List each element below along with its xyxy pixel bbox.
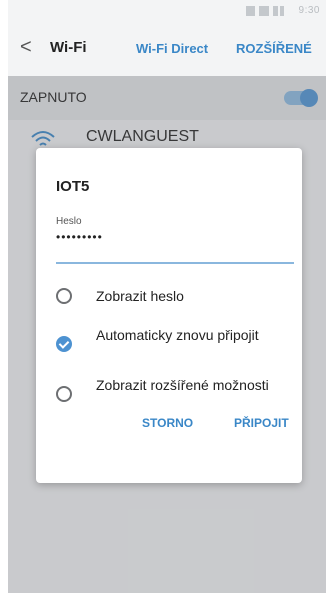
battery-icon <box>280 6 284 16</box>
phone-screen: 9:30 < Wi-Fi Wi-Fi Direct ROZŠÍŘENÉ ZAPN… <box>8 0 326 593</box>
back-arrow-icon[interactable]: < <box>20 36 32 59</box>
password-underline <box>56 262 294 264</box>
option-label: Zobrazit heslo <box>96 288 184 304</box>
option-show-password[interactable]: Zobrazit heslo <box>56 286 296 308</box>
auto-reconnect-checkbox[interactable] <box>56 336 72 352</box>
dialog-title: IOT5 <box>56 178 90 195</box>
password-label: Heslo <box>56 216 82 227</box>
status-bar: 9:30 <box>8 0 326 22</box>
status-time: 9:30 <box>298 5 320 16</box>
wifi-direct-button[interactable]: Wi-Fi Direct <box>136 41 208 56</box>
page-title: Wi-Fi <box>50 39 87 56</box>
option-advanced[interactable]: Zobrazit rozšířené možnosti <box>56 376 296 416</box>
option-label: Automaticky znovu připojit <box>96 327 259 343</box>
cancel-button[interactable]: STORNO <box>142 416 193 430</box>
advanced-button[interactable]: ROZŠÍŘENÉ <box>236 41 312 56</box>
show-password-radio[interactable] <box>56 288 72 304</box>
notification-icon <box>246 6 255 16</box>
lte-icon <box>259 6 269 16</box>
advanced-options-radio[interactable] <box>56 386 72 402</box>
status-icons <box>246 6 284 16</box>
connect-button[interactable]: PŘIPOJIT <box>234 416 289 430</box>
option-auto-reconnect[interactable]: Automaticky znovu připojit <box>56 326 296 366</box>
top-bar: < Wi-Fi Wi-Fi Direct ROZŠÍŘENÉ <box>8 22 326 76</box>
password-field[interactable]: ••••••••• <box>56 230 103 244</box>
option-label: Zobrazit rozšířené možnosti <box>96 377 269 393</box>
wifi-password-dialog: IOT5 Heslo ••••••••• Zobrazit heslo Auto… <box>36 148 302 483</box>
signal-icon <box>273 6 278 16</box>
